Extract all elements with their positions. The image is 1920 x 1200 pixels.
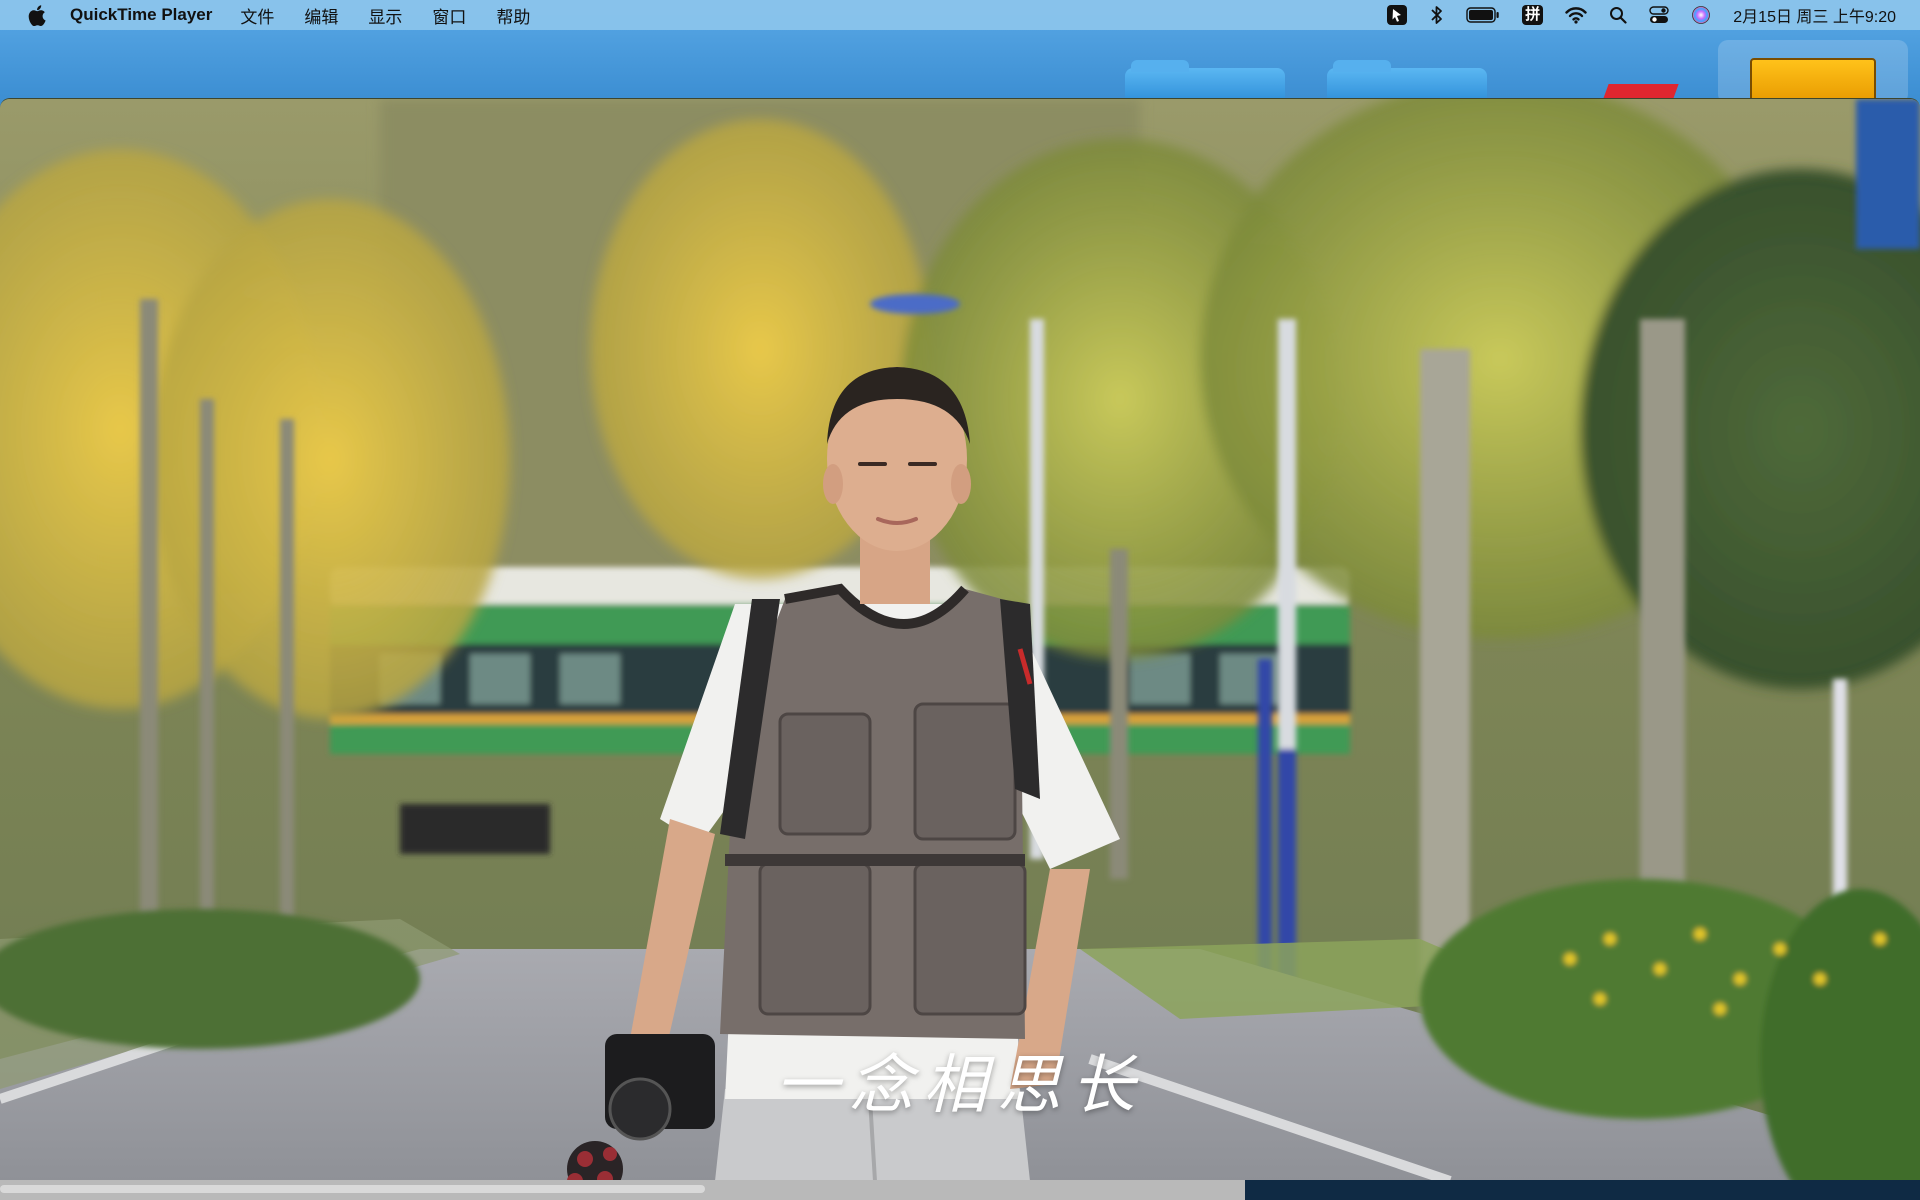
battery-icon[interactable] bbox=[1466, 0, 1500, 30]
desktop-folder-icon[interactable] bbox=[1327, 60, 1487, 102]
menu-bar: QuickTime Player 文件 编辑 显示 窗口 帮助 拼 2月15日 … bbox=[0, 0, 1920, 30]
horizontal-scrollbar[interactable] bbox=[0, 1180, 1245, 1200]
menu-file[interactable]: 文件 bbox=[240, 3, 274, 28]
menu-app-name[interactable]: QuickTime Player bbox=[70, 5, 212, 25]
spotlight-search-icon[interactable] bbox=[1609, 0, 1627, 30]
input-method-label: 拼 bbox=[1522, 5, 1544, 25]
menu-edit[interactable]: 编辑 bbox=[304, 3, 338, 28]
cursor-app-icon[interactable] bbox=[1386, 0, 1408, 30]
video-frame-image bbox=[0, 99, 1920, 1180]
wifi-icon[interactable] bbox=[1565, 0, 1587, 30]
menu-view[interactable]: 显示 bbox=[368, 3, 402, 28]
desktop-drive-icon[interactable] bbox=[1718, 40, 1908, 104]
input-method-icon[interactable]: 拼 bbox=[1522, 0, 1544, 30]
menu-bar-clock[interactable]: 2月15日 周三 上午9:20 bbox=[1733, 3, 1896, 27]
quicktime-video-window[interactable]: 一念相思长 bbox=[0, 98, 1920, 1180]
control-center-icon[interactable] bbox=[1649, 0, 1669, 30]
bluetooth-icon[interactable] bbox=[1430, 0, 1444, 30]
video-frame bbox=[0, 99, 1920, 1180]
scrollbar-thumb[interactable] bbox=[0, 1185, 705, 1193]
video-subtitle: 一念相思长 bbox=[775, 1049, 1145, 1123]
desktop-edge bbox=[1245, 1180, 1920, 1200]
menu-help[interactable]: 帮助 bbox=[496, 3, 530, 28]
menu-window[interactable]: 窗口 bbox=[432, 3, 466, 28]
desktop-folder-icon[interactable] bbox=[1125, 60, 1285, 102]
apple-menu-icon[interactable] bbox=[26, 4, 48, 26]
siri-icon[interactable] bbox=[1691, 0, 1711, 30]
